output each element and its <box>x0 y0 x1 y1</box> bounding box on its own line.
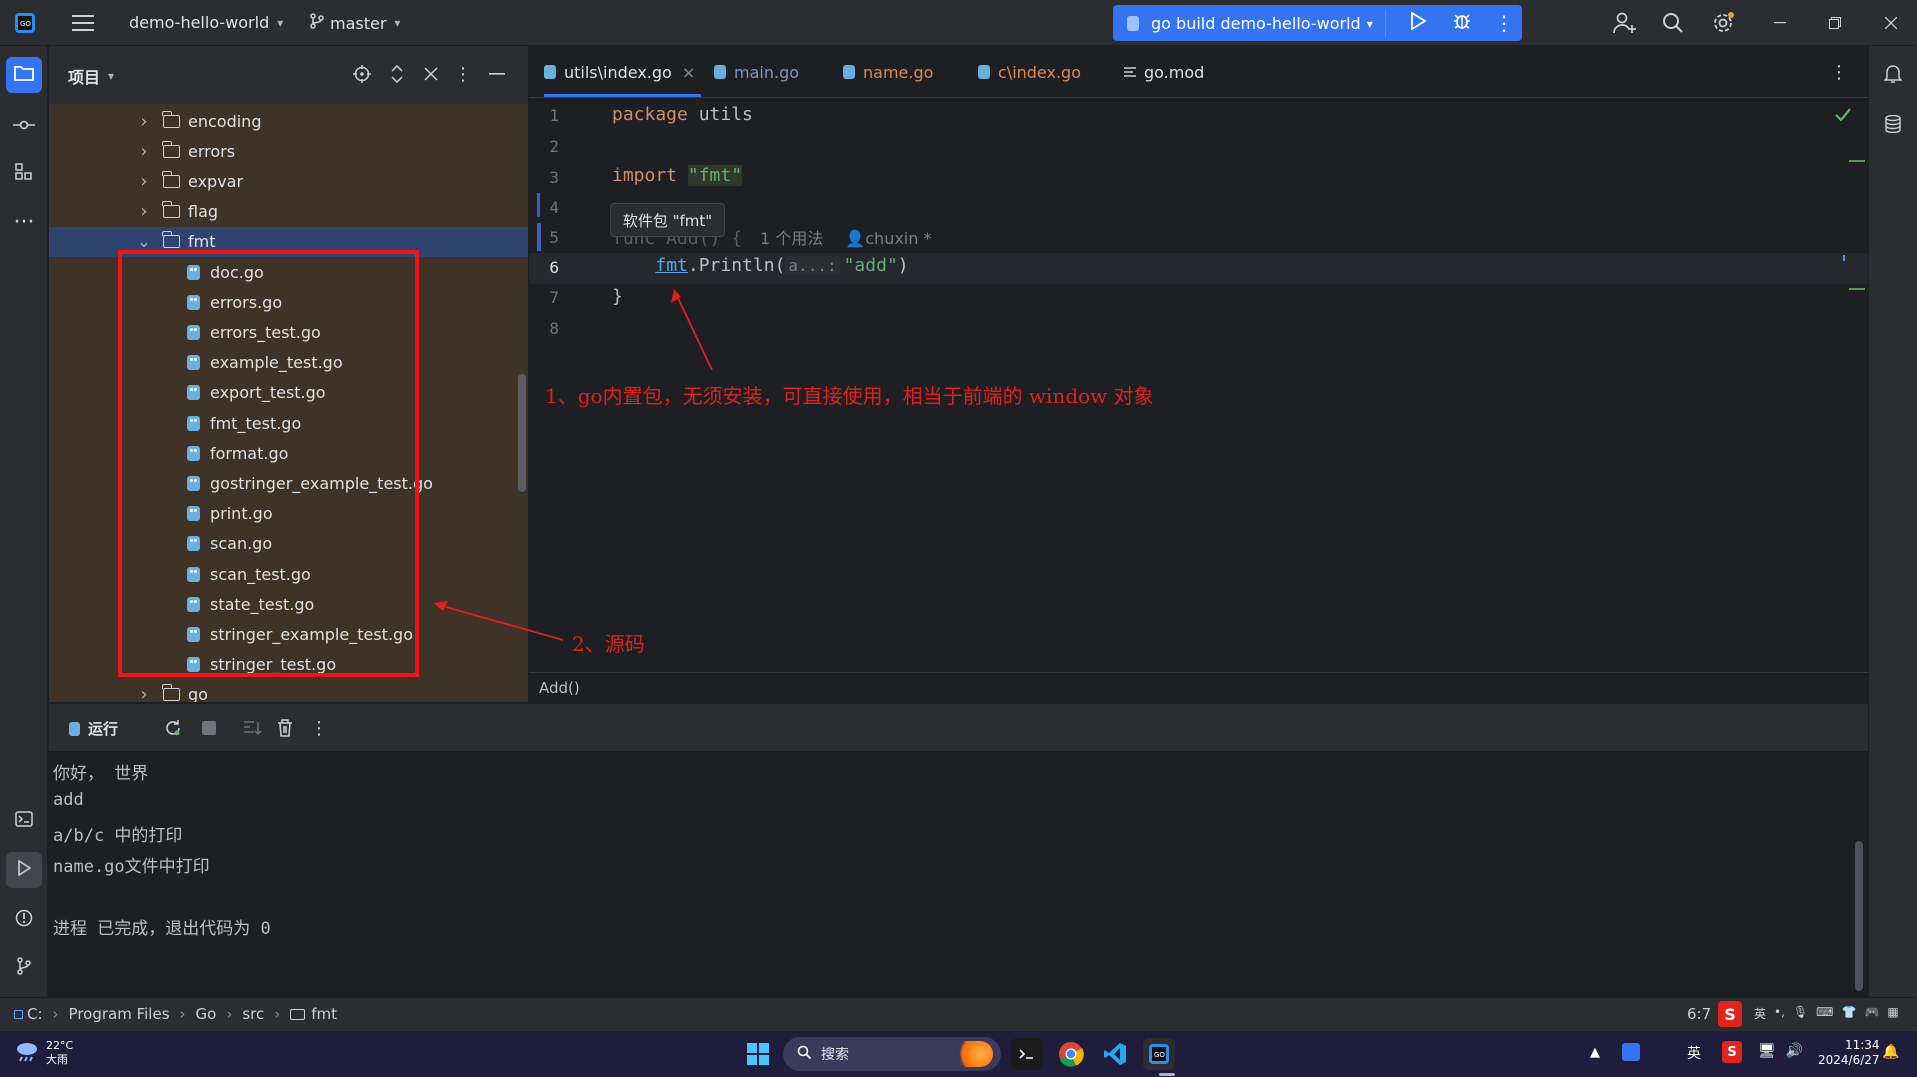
tray-chevron-up-icon[interactable]: ▲ <box>1590 1045 1600 1060</box>
rain-cloud-icon <box>14 1039 40 1067</box>
drive-icon <box>14 1009 23 1019</box>
chevron-right-icon: › <box>179 1005 186 1023</box>
run-panel-header: 运行 ⋮ <box>49 703 1868 751</box>
scroll-to-end-icon[interactable] <box>241 716 265 740</box>
goland-app-icon[interactable]: GO <box>1143 1038 1175 1070</box>
search-highlight-icon <box>953 1041 993 1067</box>
ime-toolbar: 英 •, 🎙 ⌨ 👕 🎮 ▦ <box>1754 1005 1899 1022</box>
keyboard-icon[interactable]: ⌨ <box>1816 1005 1833 1022</box>
chevron-right-icon: › <box>52 1005 59 1023</box>
weather-temp: 22°C <box>46 1039 74 1052</box>
cursor-position[interactable]: 6:7 <box>1687 1005 1711 1023</box>
breadcrumb-segment[interactable]: C: <box>14 1005 43 1023</box>
microphone-icon[interactable]: 🎙 <box>1793 1005 1808 1022</box>
console-line: 进程 已完成，退出代码为 0 <box>53 919 271 939</box>
breadcrumb-segment[interactable]: Go <box>196 1005 217 1023</box>
breadcrumb-segment[interactable]: src <box>242 1005 264 1023</box>
annotation-note-1: 1、go内置包，无须安装，可直接使用，相当于前端的 window 对象 <box>545 384 1154 408</box>
terminal-app-icon[interactable] <box>1011 1038 1043 1070</box>
sogou-ime-icon[interactable]: S <box>1718 1001 1742 1027</box>
clock[interactable]: 11:34 2024/6/27 <box>1818 1038 1880 1068</box>
tray-sogou-icon[interactable]: S <box>1722 1041 1742 1063</box>
chevron-right-icon: › <box>226 1005 233 1023</box>
breadcrumb-label: fmt <box>311 1005 338 1023</box>
breadcrumb-segment[interactable]: fmt <box>290 1005 337 1023</box>
breadcrumb-label: src <box>242 1005 265 1023</box>
tray-system-icons[interactable]: 🖥 🔊 <box>1758 1043 1803 1059</box>
console-line: 你好， 世界 <box>53 764 149 784</box>
chrome-app-icon[interactable] <box>1055 1038 1087 1070</box>
weather-desc: 大雨 <box>46 1053 68 1066</box>
start-windows-icon[interactable] <box>742 1038 774 1070</box>
vscode-app-icon[interactable] <box>1099 1038 1131 1070</box>
console-line: add <box>53 790 84 810</box>
rerun-icon[interactable] <box>161 716 185 740</box>
console-line: a/b/c 中的打印 <box>53 826 183 846</box>
clock-time: 11:34 <box>1844 1038 1880 1052</box>
search-icon <box>797 1045 812 1063</box>
run-tab[interactable]: 运行 <box>69 718 118 739</box>
tray-app-icon[interactable] <box>1622 1043 1640 1061</box>
run-options-icon[interactable]: ⋮ <box>309 716 329 740</box>
breadcrumb-label: Program Files <box>68 1005 170 1023</box>
run-panel-title: 运行 <box>88 720 119 738</box>
tray-ime-lang[interactable]: 英 <box>1687 1043 1701 1063</box>
svg-text:GO: GO <box>1154 1051 1165 1059</box>
clock-date: 2024/6/27 <box>1818 1053 1880 1067</box>
taskbar-search[interactable]: 搜索 <box>783 1037 1001 1071</box>
grid-menu-icon[interactable]: ▦ <box>1887 1005 1898 1022</box>
breadcrumb-label: C: <box>27 1005 43 1023</box>
clear-console-trash-icon[interactable] <box>273 716 297 740</box>
gamepad-icon[interactable]: 🎮 <box>1864 1005 1879 1022</box>
punctuation-icon[interactable]: •, <box>1774 1005 1785 1022</box>
search-placeholder: 搜索 <box>821 1047 849 1063</box>
annotation-note-2: 2、源码 <box>572 632 645 656</box>
console-output[interactable]: 你好， 世界 add a/b/c 中的打印 name.go文件中打印 进程 已完… <box>49 751 1868 997</box>
path-breadcrumb: C: › Program Files › Go › src › fmt <box>14 1005 337 1023</box>
breadcrumb-label: Go <box>195 1005 217 1023</box>
status-bar: C: › Program Files › Go › src › fmt 6:7 S 英 •, 🎙… <box>0 997 1917 1031</box>
chevron-right-icon: › <box>274 1005 281 1023</box>
console-line: name.go文件中打印 <box>53 857 210 877</box>
network-icon: 🖥 <box>1758 1043 1776 1059</box>
stop-icon[interactable] <box>197 716 221 740</box>
windows-taskbar: 22°C 大雨 搜索 GO ▲ 英 S 🖥 🔊 11:34 2024/6/27 … <box>0 1031 1917 1077</box>
go-file-icon <box>69 721 80 736</box>
notification-center-icon[interactable]: 🔔 <box>1882 1044 1899 1060</box>
active-app-indicator <box>1159 1073 1175 1076</box>
console-scrollbar[interactable] <box>1855 841 1863 991</box>
volume-icon: 🔊 <box>1785 1043 1804 1059</box>
breadcrumb-segment[interactable]: Program Files <box>69 1005 170 1023</box>
weather-widget[interactable]: 22°C 大雨 <box>14 1039 73 1067</box>
folder-icon <box>290 1008 306 1020</box>
ime-lang[interactable]: 英 <box>1754 1005 1766 1022</box>
skin-icon[interactable]: 👕 <box>1841 1005 1856 1022</box>
